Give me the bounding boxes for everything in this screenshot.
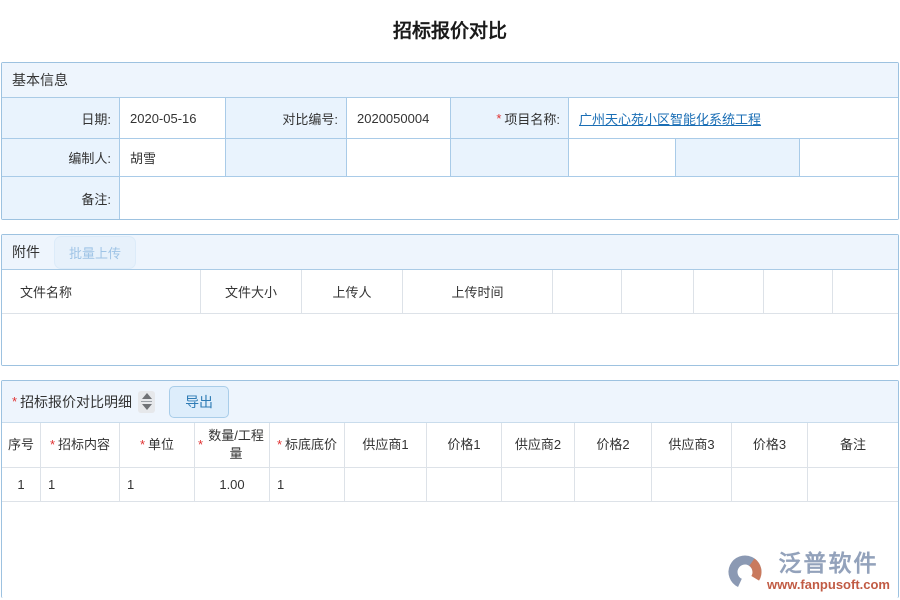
empty-label-cell <box>676 139 800 177</box>
creator-label: 编制人: <box>2 139 120 177</box>
detail-table-cell[interactable] <box>808 468 898 502</box>
batch-upload-button[interactable]: 批量上传 <box>54 236 136 269</box>
attachments-section: 附件 批量上传 文件名称文件大小上传人上传时间 <box>1 234 899 366</box>
basic-info-section: 基本信息 日期: 2020-05-16 对比编号: 2020050004 * 项… <box>1 62 899 220</box>
date-label: 日期: <box>2 98 120 139</box>
attachments-header-row: 文件名称文件大小上传人上传时间 <box>2 270 898 314</box>
attachments-section-title: 附件 <box>12 235 40 269</box>
required-asterisk: * <box>140 436 145 454</box>
sort-separator <box>141 401 152 402</box>
detail-table-cell[interactable]: 1 <box>41 468 120 502</box>
sort-up-icon <box>142 393 152 399</box>
attachments-column-header <box>622 270 694 314</box>
empty-value-cell <box>347 139 451 177</box>
project-name-label-text: 项目名称: <box>504 109 560 128</box>
detail-table-cell[interactable] <box>427 468 502 502</box>
empty-value-cell <box>800 139 898 177</box>
detail-section-header: * 招标报价对比明细 导出 <box>2 381 898 423</box>
detail-table-cell[interactable]: 1 <box>2 468 41 502</box>
compare-no-label: 对比编号: <box>226 98 347 139</box>
detail-column-header: *单位 <box>120 423 195 468</box>
detail-column-header: *招标内容 <box>41 423 120 468</box>
export-button[interactable]: 导出 <box>169 386 229 418</box>
required-asterisk: * <box>50 436 55 454</box>
detail-column-header: 备注 <box>808 423 898 468</box>
detail-table-body: 1111.001 <box>2 468 898 502</box>
detail-column-header: 供应商3 <box>652 423 732 468</box>
empty-value-cell <box>569 139 676 177</box>
sort-toggle-icon[interactable] <box>138 391 155 413</box>
detail-column-header: 价格2 <box>575 423 652 468</box>
attachments-column-header <box>764 270 833 314</box>
remark-label: 备注: <box>2 177 120 219</box>
vendor-url: www.fanpusoft.com <box>767 577 890 592</box>
detail-column-header: 供应商2 <box>502 423 575 468</box>
detail-section: * 招标报价对比明细 导出 序号*招标内容*单位*数量/工程量*标底底价供应商1… <box>1 380 899 598</box>
page-title: 招标报价对比 <box>0 0 900 62</box>
attachments-column-header: 上传时间 <box>403 270 553 314</box>
detail-table-cell[interactable] <box>575 468 652 502</box>
required-asterisk: * <box>198 436 203 454</box>
remark-value[interactable] <box>120 177 898 219</box>
detail-section-title: 招标报价对比明细 <box>20 392 132 412</box>
attachments-section-header: 附件 批量上传 <box>2 235 898 270</box>
detail-table-cell[interactable] <box>652 468 732 502</box>
detail-column-header: 价格1 <box>427 423 502 468</box>
date-value[interactable]: 2020-05-16 <box>120 98 226 139</box>
vendor-logo: 泛普软件 www.fanpusoft.com <box>725 551 890 592</box>
empty-label-cell <box>451 139 569 177</box>
detail-table-cell[interactable]: 1 <box>120 468 195 502</box>
detail-column-header: *标底底价 <box>270 423 345 468</box>
empty-label-cell <box>226 139 347 177</box>
project-name-label: * 项目名称: <box>451 98 569 139</box>
detail-table-cell[interactable] <box>502 468 575 502</box>
sort-down-icon <box>142 404 152 410</box>
required-asterisk: * <box>277 436 282 454</box>
basic-info-section-title: 基本信息 <box>2 63 898 98</box>
attachments-empty-area <box>2 314 898 365</box>
attachments-column-header: 文件大小 <box>201 270 302 314</box>
creator-value[interactable]: 胡雪 <box>120 139 226 177</box>
detail-header-row: 序号*招标内容*单位*数量/工程量*标底底价供应商1价格1供应商2价格2供应商3… <box>2 423 898 468</box>
required-asterisk: * <box>496 111 501 126</box>
compare-no-value[interactable]: 2020050004 <box>347 98 451 139</box>
attachments-column-header <box>553 270 622 314</box>
detail-column-header: 供应商1 <box>345 423 427 468</box>
vendor-name: 泛普软件 <box>778 551 878 576</box>
attachments-column-header <box>833 270 898 314</box>
required-asterisk: * <box>12 394 17 409</box>
project-name-cell: 广州天心苑小区智能化系统工程 <box>569 98 898 139</box>
attachments-column-header: 文件名称 <box>2 270 201 314</box>
detail-table-cell[interactable]: 1 <box>270 468 345 502</box>
fanpu-logo-icon <box>725 551 765 591</box>
detail-table-cell[interactable]: 1.00 <box>195 468 270 502</box>
detail-column-header: 价格3 <box>732 423 808 468</box>
detail-table-cell[interactable] <box>732 468 808 502</box>
project-name-link[interactable]: 广州天心苑小区智能化系统工程 <box>579 109 761 128</box>
detail-table-cell[interactable] <box>345 468 427 502</box>
attachments-column-header: 上传人 <box>302 270 403 314</box>
detail-column-header: *数量/工程量 <box>195 423 270 468</box>
basic-info-grid: 日期: 2020-05-16 对比编号: 2020050004 * 项目名称: … <box>2 98 898 219</box>
attachments-column-header <box>694 270 764 314</box>
detail-column-header: 序号 <box>2 423 41 468</box>
